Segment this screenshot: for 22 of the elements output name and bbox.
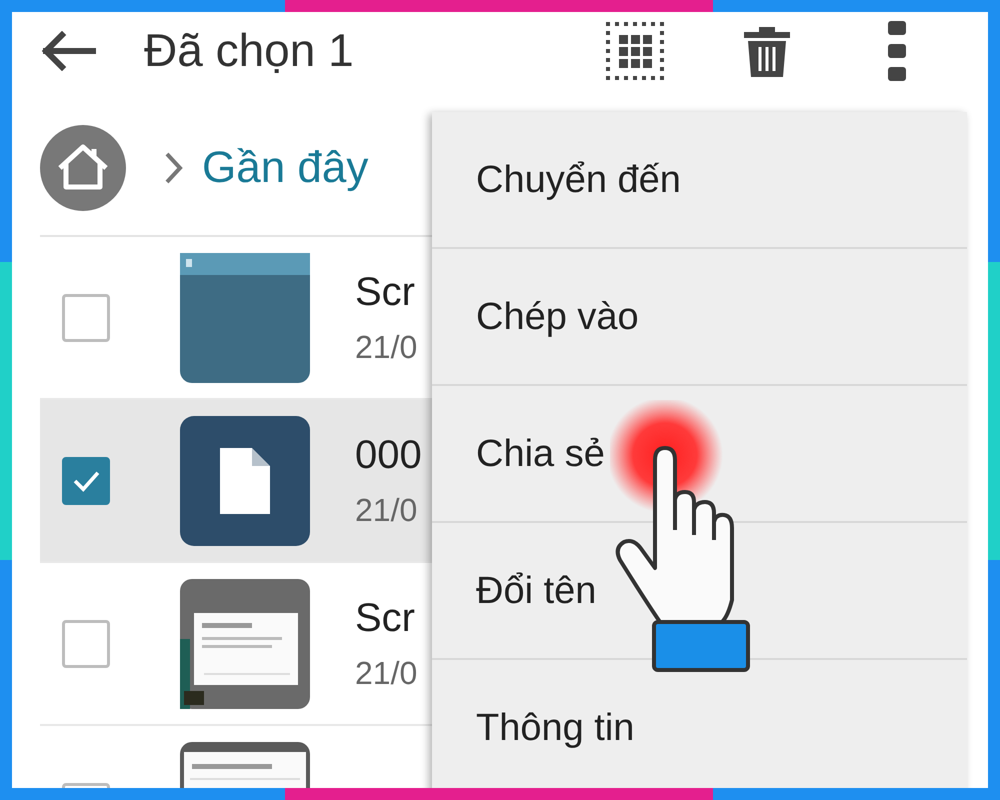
file-date: 21/0: [355, 654, 418, 692]
file-row[interactable]: Scr 21/0: [40, 237, 432, 400]
menu-item[interactable]: Chuyển đến: [432, 112, 967, 249]
select-all-icon[interactable]: [604, 20, 666, 82]
file-name: Scr: [355, 596, 416, 640]
menu-item[interactable]: Chép vào: [432, 249, 967, 386]
back-arrow-icon[interactable]: [40, 31, 96, 71]
file-name: Scr: [355, 270, 416, 314]
checkbox[interactable]: [62, 620, 110, 668]
file-icon: [180, 416, 310, 546]
breadcrumb-link[interactable]: Gần đây: [202, 142, 368, 192]
app-bar-title: Đã chọn 1: [144, 23, 354, 77]
more-options-icon[interactable]: [886, 20, 907, 82]
file-date: 21/0: [355, 492, 418, 528]
home-icon[interactable]: [40, 124, 126, 210]
checkbox[interactable]: [62, 456, 110, 504]
file-name: 000: [355, 432, 422, 478]
file-row[interactable]: Scr 21/0: [40, 563, 432, 726]
file-date: 21/0: [355, 328, 418, 366]
chevron-icon: [164, 150, 184, 184]
file-row[interactable]: 000 21/0: [40, 400, 432, 563]
checkbox[interactable]: [62, 294, 110, 342]
